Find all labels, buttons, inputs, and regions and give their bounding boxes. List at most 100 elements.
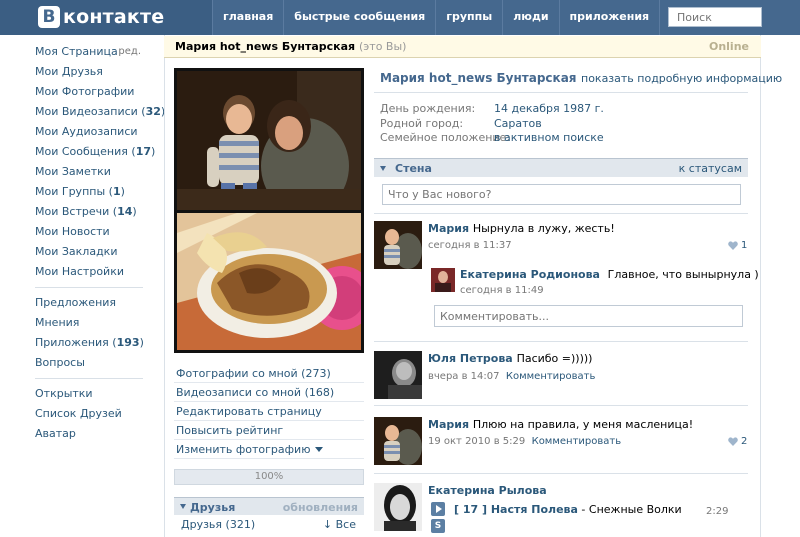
comment-link[interactable]: Комментировать — [532, 436, 622, 447]
hometown-value[interactable]: Саратов — [494, 117, 542, 130]
post-author-name[interactable]: Юля Петрова — [428, 352, 513, 365]
sidebar-item[interactable]: Открытки — [35, 384, 145, 404]
avatar[interactable] — [374, 417, 422, 465]
avatar[interactable] — [374, 483, 422, 531]
photos-with-me-link[interactable]: Фотографии со мной (273) — [174, 364, 364, 383]
audio-add-button[interactable]: S — [431, 519, 445, 533]
count-value: 1 — [112, 185, 121, 198]
sidebar-item[interactable]: Мои Сообщения (17) — [35, 142, 155, 162]
friends-section-header[interactable]: Друзья обновления — [174, 497, 364, 515]
friends-updates-link[interactable]: обновления — [283, 501, 358, 514]
post-author[interactable]: Мария Нырнула в лужу, жесть! — [428, 222, 615, 235]
birthday-value[interactable]: 14 декабря 1987 г. — [494, 102, 604, 115]
edit-page-link[interactable]: Редактировать страницу — [174, 402, 364, 421]
edit-profile-link[interactable]: ред. — [118, 42, 141, 62]
sidebar-item-label: Список Друзей — [35, 407, 122, 420]
photo-mother-child — [177, 71, 361, 210]
reply-avatar[interactable] — [431, 268, 455, 292]
sidebar-item[interactable]: Мои Видеозаписи (32) — [35, 102, 165, 122]
wall-status-input[interactable] — [382, 184, 741, 205]
sidebar-item[interactable]: Приложения (193) — [35, 333, 145, 353]
sidebar-item[interactable]: Мои Заметки — [35, 162, 145, 182]
nav-groups[interactable]: группы — [435, 0, 502, 35]
sidebar-item-label: Мои Встречи — [35, 205, 110, 218]
relationship-value[interactable]: в активном поиске — [494, 131, 604, 144]
hometown-label: Родной город: — [380, 117, 464, 130]
post-meta: 19 окт 2010 в 5:29 Комментировать — [428, 436, 621, 447]
sidebar-item[interactable]: Список Друзей — [35, 404, 145, 424]
sidebar-item[interactable]: Мои Фотографии — [35, 82, 145, 102]
post-author[interactable]: Мария Плюю на правила, у меня масленица! — [428, 418, 693, 431]
friends-count-link[interactable]: Друзья (321) — [181, 518, 255, 531]
post-author[interactable]: Екатерина Рылова — [428, 484, 547, 497]
sidebar-item-label: Открытки — [35, 387, 93, 400]
comment-link[interactable]: Комментировать — [506, 371, 596, 382]
sidebar-item[interactable]: Мои Встречи (14) — [35, 202, 145, 222]
sidebar-item[interactable]: Предложения — [35, 293, 145, 313]
nav-people[interactable]: люди — [502, 0, 558, 35]
sidebar-item[interactable]: Моя Страница ред. — [35, 42, 145, 62]
sidebar-item-count: (193) — [108, 336, 144, 349]
post-author-name[interactable]: Мария — [428, 418, 469, 431]
like-button[interactable]: 1 — [728, 240, 747, 251]
like-button[interactable]: 2 — [728, 436, 747, 447]
post-time[interactable]: 19 окт 2010 в 5:29 — [428, 436, 525, 447]
reply-author[interactable]: Екатерина Родионова Главное, что вынырну… — [460, 268, 759, 281]
sidebar-item-count: (14) — [109, 205, 137, 218]
raise-rating-link[interactable]: Повысить рейтинг — [174, 421, 364, 440]
divider — [374, 213, 748, 214]
count-value: 193 — [116, 336, 140, 349]
avatar[interactable] — [374, 351, 422, 399]
relationship-label: Семейное положение: — [380, 131, 511, 144]
videos-with-me-link[interactable]: Видеозаписи со мной (168) — [174, 383, 364, 402]
show-info-link[interactable]: показать подробную информацию — [581, 72, 782, 85]
profile-photo[interactable] — [174, 68, 364, 353]
post-author[interactable]: Юля Петрова Пасибо =))))) — [428, 352, 592, 365]
divider — [374, 405, 748, 406]
count-value: 32 — [145, 105, 161, 118]
post-author-name[interactable]: Мария — [428, 222, 469, 235]
rating-progress-bar: 100% — [174, 469, 364, 485]
profile-name: Мария hot_news Бунтарская — [380, 71, 577, 85]
wall-section-header[interactable]: Стена к статусам — [374, 158, 748, 177]
to-statuses-link[interactable]: к статусам — [679, 162, 742, 175]
nav-apps[interactable]: приложения — [558, 0, 660, 35]
search-input[interactable] — [668, 7, 762, 27]
sidebar-item[interactable]: Аватар — [35, 424, 145, 444]
reply-author-name[interactable]: Екатерина Родионова — [460, 268, 600, 281]
nav-home[interactable]: главная — [212, 0, 283, 35]
top-nav: главная быстрые сообщения группы люди пр… — [212, 0, 719, 35]
sidebar-item[interactable]: Мои Новости — [35, 222, 145, 242]
top-bar: В контакте главная быстрые сообщения гру… — [0, 0, 800, 35]
sidebar-item-label: Мнения — [35, 316, 80, 329]
friends-all-link[interactable]: ↓ Все — [323, 518, 356, 531]
sidebar-item-label: Приложения — [35, 336, 109, 349]
site-logo[interactable]: В контакте — [38, 6, 164, 28]
sidebar-item[interactable]: Мои Настройки — [35, 262, 145, 282]
sidebar-item[interactable]: Вопросы — [35, 353, 145, 373]
reply-time[interactable]: сегодня в 11:49 — [460, 285, 544, 296]
sidebar-item-label: Мои Закладки — [35, 245, 118, 258]
photo-pancakes — [177, 213, 361, 350]
sidebar-item[interactable]: Мнения — [35, 313, 145, 333]
nav-quick-messages[interactable]: быстрые сообщения — [283, 0, 435, 35]
sidebar-item-label: Вопросы — [35, 356, 85, 369]
post-time[interactable]: вчера в 14:07 — [428, 371, 500, 382]
change-photo-label: Изменить фотографию — [176, 443, 311, 456]
sidebar-item[interactable]: Мои Группы (1) — [35, 182, 145, 202]
change-photo-link[interactable]: Изменить фотографию — [174, 440, 364, 459]
online-status: Online — [708, 40, 749, 53]
like-count: 2 — [741, 436, 748, 447]
sidebar-item[interactable]: Мои Друзья — [35, 62, 145, 82]
post-text: Пасибо =))))) — [516, 352, 593, 365]
avatar[interactable] — [374, 221, 422, 269]
post-text: Плюю на правила, у меня масленица! — [472, 418, 694, 431]
post-time[interactable]: сегодня в 11:37 — [428, 240, 512, 251]
sidebar-item[interactable]: Мои Аудиозаписи — [35, 122, 145, 142]
wall-title: Стена — [395, 162, 432, 175]
audio-title: - Снежные Волки — [577, 503, 682, 516]
audio-artist[interactable]: [ 17 ] Настя Полева — [454, 503, 578, 516]
sidebar-item[interactable]: Мои Закладки — [35, 242, 145, 262]
play-icon[interactable] — [431, 502, 445, 516]
comment-input[interactable] — [434, 305, 743, 327]
